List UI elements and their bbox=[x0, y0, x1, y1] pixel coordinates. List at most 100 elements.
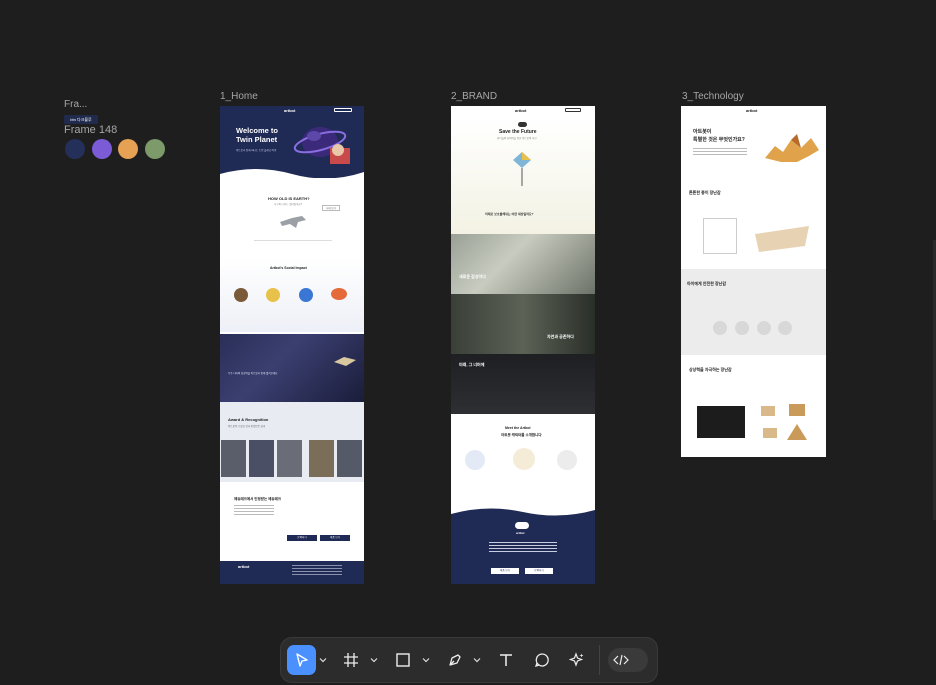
design-canvas[interactable]: Fra... btn 다크블루 Frame 148 1_Home 2_BRAND… bbox=[0, 0, 936, 685]
tech-q-title-1: 아트봇이 bbox=[693, 129, 712, 135]
dragon-illustration bbox=[765, 134, 819, 162]
sparkle-icon bbox=[569, 652, 584, 667]
swatch-orange[interactable] bbox=[118, 139, 138, 159]
frame-label-technology[interactable]: 3_Technology bbox=[682, 91, 744, 102]
impact-planet-4 bbox=[331, 288, 347, 300]
frame-technology[interactable]: artbot 아트봇이 특별한 것은 무엇인가요? 튼튼한 종이 장난감 아이에… bbox=[681, 106, 826, 457]
pinwheel-illustration bbox=[513, 152, 531, 186]
spaceship-illustration bbox=[334, 357, 356, 366]
home-impact-title: Artbot's Social Impact bbox=[270, 266, 307, 270]
brand-meet-sub: 아트봇 캐릭터를 소개합니다 bbox=[501, 433, 542, 437]
swatch-navy[interactable] bbox=[65, 139, 85, 159]
move-tool-chevron-icon[interactable] bbox=[319, 656, 327, 664]
home-hero-sub: 아트봇과 함께 떠나는 트윈 플래닛 여행 bbox=[236, 149, 277, 152]
home-footer-logo: artbot bbox=[238, 564, 250, 569]
move-tool-button[interactable] bbox=[287, 645, 316, 675]
impact-planet-2 bbox=[266, 288, 280, 302]
palette-tag[interactable]: btn 다크블루 bbox=[64, 115, 98, 124]
dino-illustration bbox=[280, 216, 306, 228]
tech-s3-puzzle bbox=[761, 404, 807, 440]
brand-photo-forest bbox=[451, 294, 595, 354]
award-card-2 bbox=[249, 440, 274, 477]
tech-badge-3 bbox=[757, 321, 771, 335]
brand-sub: 아이들의 창의력을 위한 아트봇의 미션 bbox=[497, 137, 537, 140]
palette-frame-name[interactable]: Frame 148 bbox=[64, 124, 117, 136]
frame-home[interactable]: artbot Welcome to Twin Planet 아트봇과 함께 떠나… bbox=[220, 106, 364, 584]
palette-frame-label[interactable]: Fra... bbox=[64, 99, 87, 110]
home-section-button[interactable]: 시대 보기 bbox=[322, 205, 340, 211]
actions-tool-button[interactable] bbox=[563, 645, 591, 675]
home-section-sub: 지구의 나이는 얼마일까요? bbox=[274, 203, 303, 206]
impact-planet-3 bbox=[299, 288, 313, 302]
planet-illustration bbox=[293, 127, 350, 164]
tech-s1-diagram bbox=[703, 218, 737, 254]
frame-icon bbox=[344, 653, 358, 667]
toolbar-divider bbox=[599, 645, 600, 675]
frame-tool-chevron-icon[interactable] bbox=[370, 656, 378, 664]
home-hero-wave bbox=[220, 169, 364, 186]
brand-badge-icon bbox=[518, 122, 527, 127]
brand-footer-lines bbox=[489, 542, 557, 552]
brand-footer-logo: artbot bbox=[516, 531, 525, 535]
text-icon bbox=[500, 654, 512, 666]
swatch-green[interactable] bbox=[145, 139, 165, 159]
cursor-icon bbox=[295, 653, 308, 667]
tech-q-lines bbox=[693, 148, 747, 156]
tech-q-title-2: 특별한 것은 무엇인가요? bbox=[693, 137, 745, 143]
dev-mode-toggle[interactable] bbox=[608, 648, 648, 672]
home-news-lines bbox=[234, 505, 274, 515]
shape-tool-chevron-icon[interactable] bbox=[422, 656, 430, 664]
tech-badge-1 bbox=[713, 321, 727, 335]
award-card-1 bbox=[221, 440, 246, 477]
brand-nav-button bbox=[565, 108, 581, 112]
brand-question: 미래로 보호를해내는 어떤 세상일까요? bbox=[485, 212, 534, 216]
home-space-text: 우주 너머의 상상력을 아트봇과 함께 펼쳐보세요 bbox=[228, 372, 278, 375]
brand-photo-family bbox=[451, 234, 595, 294]
home-btn-1[interactable]: 문의하기 bbox=[287, 535, 317, 541]
award-card-5 bbox=[337, 440, 362, 477]
home-footer-lines bbox=[292, 565, 342, 575]
pen-icon bbox=[449, 654, 461, 666]
frame-tool-button[interactable] bbox=[337, 645, 365, 675]
brand-footer-icon bbox=[515, 522, 529, 529]
brand-btn-2[interactable]: 문의하기 bbox=[525, 568, 553, 574]
swatch-purple[interactable] bbox=[92, 139, 112, 159]
award-card-4 bbox=[309, 440, 334, 477]
character-1 bbox=[465, 450, 485, 470]
rectangle-icon bbox=[396, 653, 410, 667]
shape-tool-button[interactable] bbox=[389, 645, 417, 675]
pen-tool-chevron-icon[interactable] bbox=[473, 656, 481, 664]
brand-title: Save the Future bbox=[499, 129, 537, 135]
pen-tool-button[interactable] bbox=[441, 645, 469, 675]
home-space-banner bbox=[220, 334, 364, 402]
comment-icon bbox=[534, 653, 549, 668]
home-btn-2[interactable]: 제품 보기 bbox=[320, 535, 350, 541]
home-hero-title-1: Welcome to bbox=[236, 126, 278, 135]
text-tool-button[interactable] bbox=[492, 645, 520, 675]
home-award-sub: 아트봇이 수상한 상과 인정받은 성과 bbox=[228, 425, 266, 428]
home-nav-button bbox=[334, 108, 352, 112]
brand-panel-3: 미래, 그 너머에 bbox=[459, 362, 485, 367]
brand-logo: artbot bbox=[515, 108, 527, 113]
tech-s1-board bbox=[755, 226, 809, 252]
brand-panel-2: 자연과 공존하다 bbox=[547, 334, 574, 339]
home-hero-title-2: Twin Planet bbox=[236, 135, 278, 144]
character-3 bbox=[557, 450, 577, 470]
home-award-title: Award & Recognition bbox=[228, 417, 269, 422]
brand-btn-1[interactable]: 제품 보기 bbox=[491, 568, 519, 574]
frame-label-brand[interactable]: 2_BRAND bbox=[451, 91, 497, 102]
comment-tool-button[interactable] bbox=[528, 645, 556, 675]
home-news-title: 에듀테크에서 인정받는 에듀테크 bbox=[234, 497, 282, 501]
tech-s1-title: 튼튼한 종이 장난감 bbox=[689, 190, 721, 195]
character-2 bbox=[513, 448, 535, 470]
home-timeline bbox=[254, 240, 332, 241]
award-card-3 bbox=[277, 440, 302, 477]
tech-s2-title: 아이에게 안전한 장난감 bbox=[687, 281, 727, 286]
code-icon bbox=[613, 654, 629, 666]
frame-label-home[interactable]: 1_Home bbox=[220, 91, 258, 102]
home-logo: artbot bbox=[284, 108, 296, 113]
frame-brand[interactable]: artbot Save the Future 아이들의 창의력을 위한 아트봇의… bbox=[451, 106, 595, 584]
home-section-title: HOW OLD IS EARTH? bbox=[268, 196, 310, 201]
brand-panel-1: 새로운 감성이다 bbox=[459, 274, 486, 279]
tech-s3-title: 상상력을 자극하는 장난감 bbox=[689, 367, 732, 372]
